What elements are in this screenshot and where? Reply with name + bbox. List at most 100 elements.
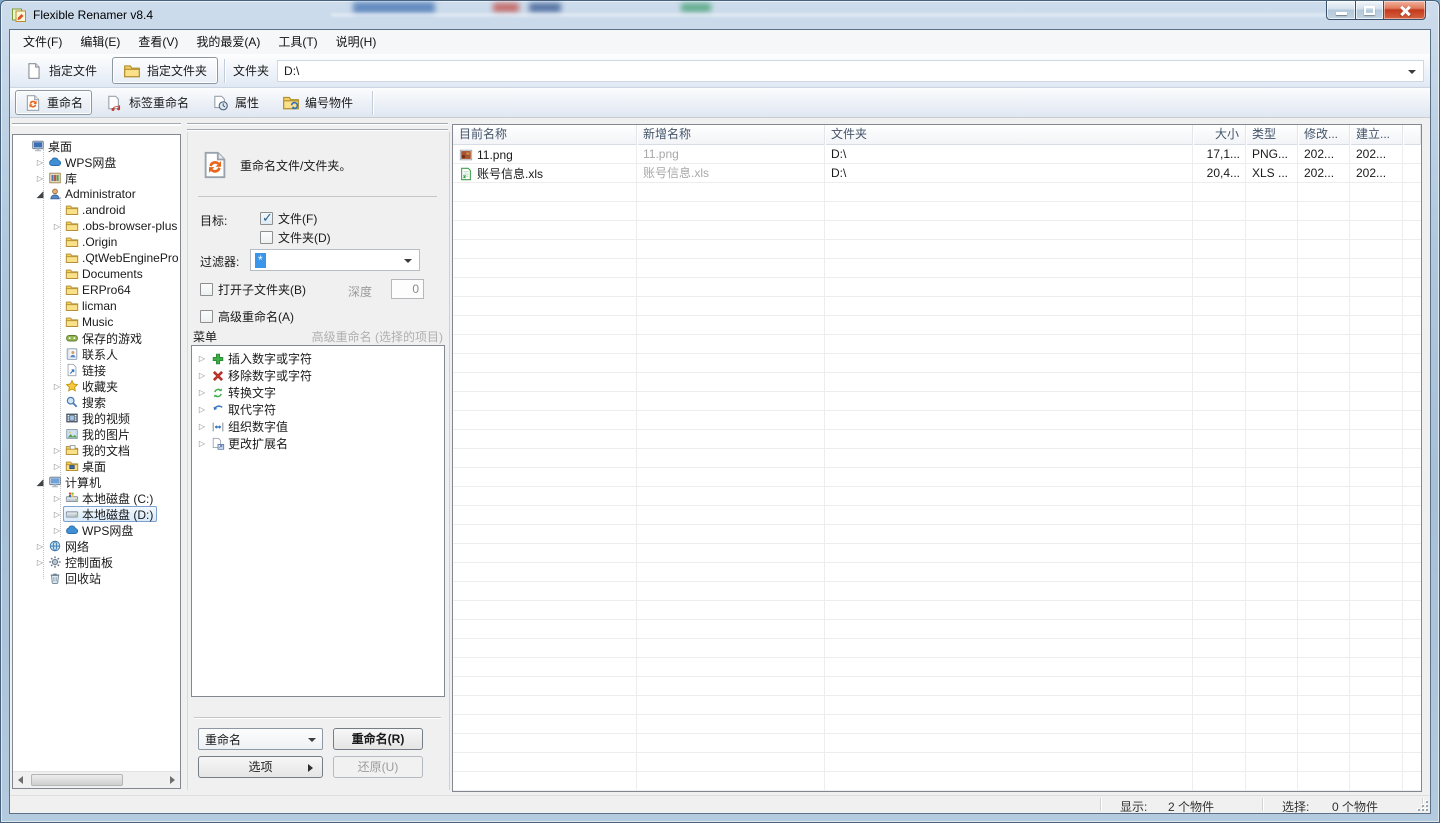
scroll-left-icon[interactable] [18, 776, 23, 784]
expander-collapsed-icon[interactable]: ▷ [34, 174, 46, 183]
toolbar-button-tag-rename[interactable]: 标签重命名 [97, 90, 198, 115]
tree-item[interactable]: .android [13, 202, 180, 218]
rename-method-item[interactable]: ▷ 插入数字或字符 [192, 350, 444, 367]
tree-splitter-grip[interactable] [12, 123, 181, 125]
tree-entry[interactable]: 我的视频 [63, 410, 134, 426]
expander-collapsed-icon[interactable]: ▷ [196, 371, 208, 380]
expander-collapsed-icon[interactable]: ▷ [51, 526, 63, 535]
tab-specify-folder[interactable]: 指定文件夹 [112, 57, 219, 84]
column-header[interactable]: 类型 [1246, 125, 1298, 145]
rename-button[interactable]: 重命名(R) [333, 728, 423, 750]
tree-item[interactable]: 我的图片 [13, 426, 180, 442]
chevron-down-icon[interactable] [1408, 69, 1416, 74]
tree-entry[interactable]: 本地磁盘 (D:) [63, 506, 158, 522]
expander-expanded-icon[interactable]: ◢ [34, 477, 46, 488]
tree-entry[interactable]: 回收站 [46, 570, 105, 586]
checkbox-unchecked-icon[interactable] [260, 231, 273, 244]
expander-collapsed-icon[interactable]: ▷ [196, 354, 208, 363]
checkbox-open-subfolders[interactable]: 打开子文件夹(B) [200, 281, 306, 298]
toolbar-button-rename[interactable]: 重命名 [15, 90, 93, 115]
rename-method-item[interactable]: ▷ 组织数字值 [192, 418, 444, 435]
tree-item[interactable]: ▷ 本地磁盘 (C:) [13, 490, 180, 506]
tree-item[interactable]: ▷ 本地磁盘 (D:) [13, 506, 180, 522]
tree-entry[interactable]: Documents [63, 266, 147, 282]
chevron-down-icon[interactable] [404, 259, 412, 263]
scroll-right-icon[interactable] [170, 776, 175, 784]
tree-entry[interactable]: 收藏夹 [63, 378, 122, 394]
tree-entry[interactable]: WPS网盘 [63, 522, 137, 538]
tree-entry[interactable]: .QtWebEnginePro [63, 250, 180, 266]
tree-entry[interactable]: 我的图片 [63, 426, 134, 442]
tree-item[interactable]: 回收站 [13, 570, 180, 586]
tree-entry[interactable]: ERPro64 [63, 282, 135, 298]
tree-item[interactable]: 我的视频 [13, 410, 180, 426]
expander-collapsed-icon[interactable]: ▷ [51, 222, 63, 231]
expander-collapsed-icon[interactable]: ▷ [34, 158, 46, 167]
tree-entry[interactable]: 桌面 [29, 138, 76, 154]
expander-collapsed-icon[interactable]: ▷ [51, 462, 63, 471]
file-row[interactable]: 账号信息.xls 账号信息.xls D:\ 20,4... XLS ... 202... 2… [453, 164, 1421, 183]
tree-entry[interactable]: 我的文档 [63, 442, 134, 458]
checkbox-unchecked-icon[interactable] [200, 310, 213, 323]
tree-item[interactable]: .QtWebEnginePro [13, 250, 180, 266]
expander-collapsed-icon[interactable]: ▷ [34, 542, 46, 551]
tree-item[interactable]: ▷ 网络 [13, 538, 180, 554]
checkbox-advanced-rename[interactable]: 高级重命名(A) [200, 308, 294, 325]
tree-item[interactable]: ▷ WPS网盘 [13, 522, 180, 538]
menubar-item-favorites[interactable]: 我的最爱(A) [187, 30, 269, 54]
column-header[interactable]: 修改... [1298, 125, 1350, 145]
tree-item[interactable]: ▷ 库 [13, 170, 180, 186]
resize-grip[interactable] [1415, 798, 1428, 811]
column-header[interactable]: 新增名称 [637, 125, 825, 145]
tree-entry[interactable]: 链接 [63, 362, 110, 378]
tree-item[interactable]: 搜索 [13, 394, 180, 410]
expander-collapsed-icon[interactable]: ▷ [51, 494, 63, 503]
tree-entry[interactable]: 搜索 [63, 394, 110, 410]
tree-entry[interactable]: 本地磁盘 (C:) [63, 490, 157, 506]
undo-button[interactable]: 还原(U) [333, 756, 423, 778]
tree-entry[interactable]: 网络 [46, 538, 93, 554]
expander-expanded-icon[interactable]: ◢ [34, 189, 46, 200]
tree-entry[interactable]: 保存的游戏 [63, 330, 146, 346]
expander-collapsed-icon[interactable]: ▷ [196, 439, 208, 448]
checkbox-target-folders[interactable]: 文件夹(D) [260, 229, 331, 246]
menubar-item-tools[interactable]: 工具(T) [269, 30, 326, 54]
menubar-item-edit[interactable]: 编辑(E) [71, 30, 129, 54]
tab-specify-file[interactable]: 指定文件 [14, 57, 108, 84]
column-header[interactable]: 大小 [1193, 125, 1246, 145]
depth-input[interactable]: 0 [391, 279, 424, 299]
file-row[interactable]: 11.png 11.png D:\ 17,1... PNG... 202... 202... [453, 145, 1421, 164]
menubar-item-file[interactable]: 文件(F) [14, 30, 71, 54]
tree-item[interactable]: Documents [13, 266, 180, 282]
tree-entry[interactable]: .Origin [63, 234, 121, 250]
tree-entry[interactable]: Administrator [46, 186, 140, 202]
expander-collapsed-icon[interactable]: ▷ [34, 558, 46, 567]
column-header[interactable]: 目前名称 [453, 125, 637, 145]
expander-collapsed-icon[interactable]: ▷ [196, 422, 208, 431]
tree-entry[interactable]: WPS网盘 [46, 154, 120, 170]
toolbar-button-properties[interactable]: 属性 [203, 90, 268, 115]
column-header[interactable]: 文件夹 [825, 125, 1193, 145]
tree-entry[interactable]: 库 [46, 170, 81, 186]
tree-item[interactable]: 桌面 [13, 138, 180, 154]
tree-item[interactable]: ◢ 计算机 [13, 474, 180, 490]
tree-item[interactable]: ◢ Administrator [13, 186, 180, 202]
minimize-button[interactable] [1326, 1, 1356, 20]
checkbox-target-files[interactable]: 文件(F) [260, 210, 317, 227]
rename-method-item[interactable]: ▷ 转换文字 [192, 384, 444, 401]
expander-collapsed-icon[interactable]: ▷ [51, 446, 63, 455]
filter-combobox[interactable]: * [250, 249, 420, 271]
panel-splitter-grip[interactable] [187, 123, 448, 130]
checkbox-checked-icon[interactable] [260, 210, 273, 226]
tree-horizontal-scrollbar[interactable] [13, 771, 180, 788]
tree-entry[interactable]: Music [63, 314, 117, 330]
tree-entry[interactable]: .obs-browser-plus [63, 218, 180, 234]
titlebar[interactable]: Flexible Renamer v8.4 [1, 1, 1439, 29]
tree-item[interactable]: .Origin [13, 234, 180, 250]
expander-collapsed-icon[interactable]: ▷ [196, 388, 208, 397]
tree-item[interactable]: ERPro64 [13, 282, 180, 298]
tree-item[interactable]: ▷ .obs-browser-plus [13, 218, 180, 234]
toolbar-button-number-items[interactable]: 编号物件 [273, 90, 362, 115]
tree-item[interactable]: Music [13, 314, 180, 330]
tree-item[interactable]: ▷ 收藏夹 [13, 378, 180, 394]
